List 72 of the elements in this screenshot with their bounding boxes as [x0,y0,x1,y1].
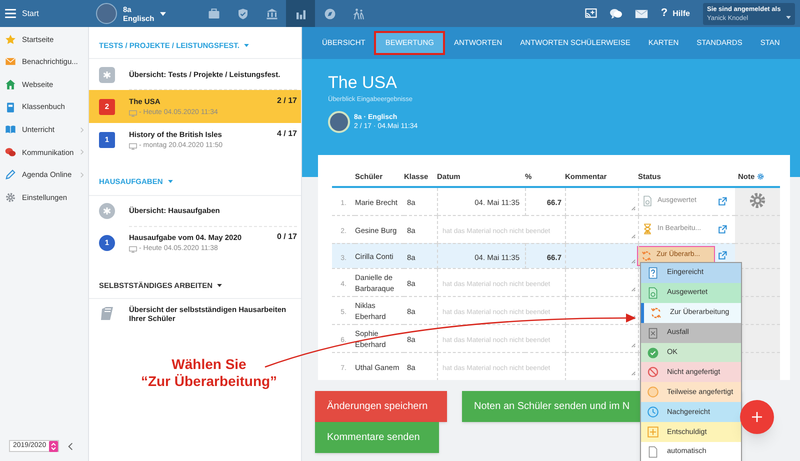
pen-icon [5,169,16,180]
document-check-icon [642,195,652,208]
item-count: 0 / 17 [276,231,297,244]
half-circle-icon [647,386,659,398]
house-icon [5,78,16,90]
book-icon [5,102,16,113]
monitor-icon [129,246,137,253]
bar-chart-icon [294,8,306,20]
gear-icon [5,192,16,203]
chevron-right-icon [80,172,84,178]
plus-square-icon [647,426,659,438]
envelope-icon [5,56,16,68]
external-link-icon[interactable] [718,224,727,234]
clipboard-x-icon [647,326,659,339]
shield-check-icon [236,8,248,20]
caret-icon [168,180,173,184]
nav-tab[interactable] [286,0,315,27]
external-link-icon[interactable] [718,196,727,206]
item-count: 4 / 17 [276,128,297,140]
annotation-text: Wählen Sie [172,356,246,373]
caret-icon [786,16,791,19]
check-circle-icon [647,346,659,358]
chevron-right-icon [80,149,84,156]
caret-icon[interactable] [160,12,166,16]
compass-icon [324,8,336,20]
plus-icon [752,412,762,422]
asterisk-icon [99,203,115,219]
hourglass-icon [642,223,652,235]
mail-icon[interactable] [634,8,648,18]
clock-icon [647,406,659,418]
resize-handle-icon [630,286,636,292]
gear-icon[interactable] [749,192,766,209]
asterisk-icon [99,66,115,83]
monitor-icon [129,142,137,150]
prohibited-icon [647,366,659,378]
collapse-chevron-icon[interactable] [68,442,74,450]
menu-icon[interactable] [5,9,16,18]
book-icon [99,306,115,322]
columns-building-icon [266,8,278,20]
page-title: The USA [328,73,398,93]
circular-arrows-icon [650,306,662,319]
annotation-text: “Zur Überarbeitung” [140,372,278,390]
chevron-right-icon [80,126,84,133]
star-icon [5,34,16,45]
question-document-icon [647,266,659,279]
open-book-icon [5,124,16,136]
spinner-icon [49,440,58,452]
document-check-icon [647,286,659,299]
caret-icon [217,284,222,287]
speech-bubbles-icon [5,146,16,158]
document-icon [647,446,659,458]
resize-handle-icon [630,342,636,348]
resize-handle-icon [630,234,636,238]
caret-icon [244,44,250,48]
resize-handle-icon [630,206,636,210]
circular-arrows-icon [640,250,652,262]
cast-icon[interactable] [584,8,597,19]
item-count: 2 / 17 [276,95,297,107]
resize-handle-icon [630,258,636,264]
action-button[interactable]: Änderungen speichern [315,391,447,422]
briefcase-icon [208,8,220,20]
resize-handle-icon [630,370,636,376]
walking-people-icon [352,8,364,20]
help-link[interactable]: Hilfe [672,8,690,20]
monitor-icon [129,110,137,117]
class-avatar [96,3,117,24]
question-mark-icon[interactable]: ? [660,5,668,22]
gear-icon[interactable] [756,173,764,180]
start-label[interactable]: Start [22,8,39,20]
external-link-icon[interactable] [718,251,727,260]
chat-icon[interactable] [610,8,622,19]
class-avatar [328,110,350,133]
